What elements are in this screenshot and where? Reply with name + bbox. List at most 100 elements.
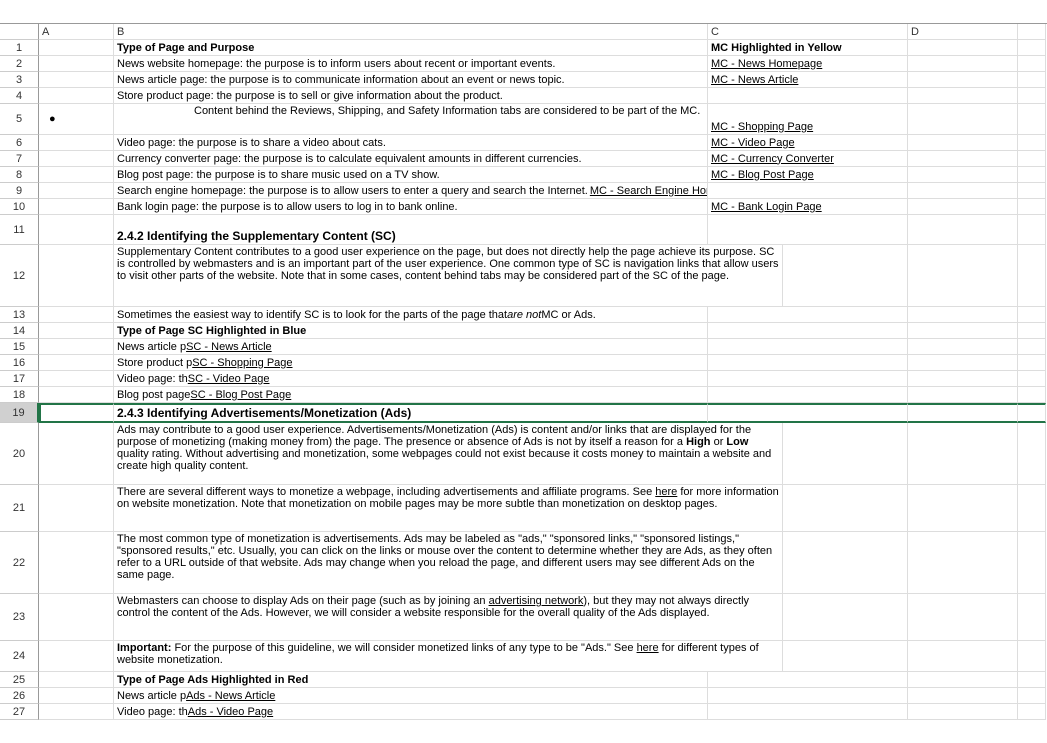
cell-A2[interactable] — [39, 56, 114, 72]
cell-A13[interactable] — [39, 307, 114, 323]
cell-B21[interactable]: There are several different ways to mone… — [114, 485, 783, 532]
link-ads-video-page[interactable]: Ads - Video Page — [188, 706, 273, 718]
link-mc-blog-post-page[interactable]: MC - Blog Post Page — [711, 169, 814, 181]
row-header-26[interactable]: 26 — [0, 688, 39, 704]
cell-D4[interactable] — [908, 88, 1018, 104]
row-header-1[interactable]: 1 — [0, 40, 39, 56]
cell-D11[interactable] — [908, 215, 1018, 245]
cell-C10[interactable]: MC - Bank Login Page — [708, 199, 908, 215]
link-mc-video-page[interactable]: MC - Video Page — [711, 137, 795, 149]
cell-E16[interactable] — [1018, 355, 1046, 371]
col-header-B[interactable]: B — [114, 24, 708, 40]
cell-E24[interactable] — [1018, 641, 1046, 672]
row-header-3[interactable]: 3 — [0, 72, 39, 88]
cell-A17[interactable] — [39, 371, 114, 387]
row-header-22[interactable]: 22 — [0, 532, 39, 594]
cell-E22[interactable] — [1018, 532, 1046, 594]
row-header-17[interactable]: 17 — [0, 371, 39, 387]
link-sc-shopping-page[interactable]: SC - Shopping Page — [192, 357, 292, 369]
cell-A11[interactable] — [39, 215, 114, 245]
cell-E4[interactable] — [1018, 88, 1046, 104]
cell-B23[interactable]: Webmasters can choose to display Ads on … — [114, 594, 783, 641]
cell-D10[interactable] — [908, 199, 1018, 215]
cell-A6[interactable] — [39, 135, 114, 151]
link-mc-currency-converter[interactable]: MC - Currency Converter — [711, 153, 834, 165]
cell-C11[interactable] — [708, 215, 908, 245]
cell-B13[interactable]: Sometimes the easiest way to identify SC… — [114, 307, 708, 323]
cell-B15[interactable]: News article p SC - News Article — [114, 339, 708, 355]
row-header-8[interactable]: 8 — [0, 167, 39, 183]
cell-E9[interactable] — [1018, 183, 1046, 199]
row-header-7[interactable]: 7 — [0, 151, 39, 167]
cell-C18[interactable] — [708, 387, 908, 403]
cell-D8[interactable] — [908, 167, 1018, 183]
cell-A12[interactable] — [39, 245, 114, 307]
cell-A1[interactable] — [39, 40, 114, 56]
cell-C21[interactable] — [783, 485, 908, 532]
row-header-25[interactable]: 25 — [0, 672, 39, 688]
cell-D9[interactable] — [908, 183, 1018, 199]
cell-E23[interactable] — [1018, 594, 1046, 641]
cell-B8[interactable]: Blog post page: the purpose is to share … — [114, 167, 708, 183]
cell-D25[interactable] — [908, 672, 1018, 688]
cell-E10[interactable] — [1018, 199, 1046, 215]
cell-D27[interactable] — [908, 704, 1018, 720]
cell-D22[interactable] — [908, 532, 1018, 594]
row-header-5[interactable]: 5 — [0, 104, 39, 135]
cell-D3[interactable] — [908, 72, 1018, 88]
cell-A8[interactable] — [39, 167, 114, 183]
cell-C13[interactable] — [708, 307, 908, 323]
cell-E20[interactable] — [1018, 423, 1046, 485]
cell-C14[interactable] — [708, 323, 908, 339]
cell-B18[interactable]: Blog post page SC - Blog Post Page — [114, 387, 708, 403]
link-sc-news-article[interactable]: SC - News Article — [186, 341, 272, 353]
col-header-A[interactable]: A — [39, 24, 114, 40]
cell-A21[interactable] — [39, 485, 114, 532]
row-header-14[interactable]: 14 — [0, 323, 39, 339]
cell-C5[interactable]: MC - Shopping Page — [708, 104, 908, 135]
row-header-19[interactable]: 19 — [0, 403, 39, 423]
cell-A16[interactable] — [39, 355, 114, 371]
cell-A5[interactable]: ● — [39, 104, 114, 135]
cell-E21[interactable] — [1018, 485, 1046, 532]
col-header-E[interactable] — [1018, 24, 1046, 40]
row-header-6[interactable]: 6 — [0, 135, 39, 151]
cell-E12[interactable] — [1018, 245, 1046, 307]
row-header-21[interactable]: 21 — [0, 485, 39, 532]
row-header-11[interactable]: 11 — [0, 215, 39, 245]
cell-A25[interactable] — [39, 672, 114, 688]
cell-C3[interactable]: MC - News Article — [708, 72, 908, 88]
cell-E11[interactable] — [1018, 215, 1046, 245]
cell-C23[interactable] — [783, 594, 908, 641]
cell-B17[interactable]: Video page: th SC - Video Page — [114, 371, 708, 387]
cell-D14[interactable] — [908, 323, 1018, 339]
cell-B12[interactable]: Supplementary Content contributes to a g… — [114, 245, 783, 307]
cell-B7[interactable]: Currency converter page: the purpose is … — [114, 151, 708, 167]
row-header-16[interactable]: 16 — [0, 355, 39, 371]
cell-D21[interactable] — [908, 485, 1018, 532]
cell-E25[interactable] — [1018, 672, 1046, 688]
cell-D26[interactable] — [908, 688, 1018, 704]
cell-D7[interactable] — [908, 151, 1018, 167]
cell-B4[interactable]: Store product page: the purpose is to se… — [114, 88, 708, 104]
link-sc-blog-post-page[interactable]: SC - Blog Post Page — [190, 389, 291, 401]
cell-E15[interactable] — [1018, 339, 1046, 355]
cell-E17[interactable] — [1018, 371, 1046, 387]
cell-E13[interactable] — [1018, 307, 1046, 323]
cell-A20[interactable] — [39, 423, 114, 485]
link-mc-shopping-page[interactable]: MC - Shopping Page — [711, 121, 813, 133]
cell-A19[interactable] — [39, 403, 114, 423]
cell-A23[interactable] — [39, 594, 114, 641]
cell-E26[interactable] — [1018, 688, 1046, 704]
cell-C20[interactable] — [783, 423, 908, 485]
cell-D19[interactable] — [908, 403, 1018, 423]
cell-D23[interactable] — [908, 594, 1018, 641]
cell-E27[interactable] — [1018, 704, 1046, 720]
cell-D6[interactable] — [908, 135, 1018, 151]
cell-C12[interactable] — [783, 245, 908, 307]
cell-C16[interactable] — [708, 355, 908, 371]
select-all-corner[interactable] — [0, 24, 39, 40]
cell-C9[interactable] — [708, 183, 908, 199]
row-header-27[interactable]: 27 — [0, 704, 39, 720]
row-header-12[interactable]: 12 — [0, 245, 39, 307]
